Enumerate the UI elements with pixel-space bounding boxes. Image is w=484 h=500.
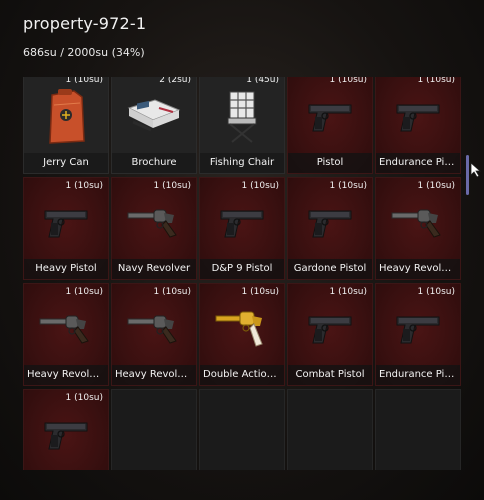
inventory-slot[interactable]: 1 (10su) D&P 9 Pistol: [199, 177, 285, 280]
item-name: Brochure: [112, 153, 196, 173]
item-count: 1 (45u): [246, 77, 279, 85]
pistol-icon: [393, 311, 443, 349]
inventory-slot[interactable]: 1 (10su) Heavy Pistol: [23, 177, 109, 280]
item-count: 1 (10su): [65, 77, 103, 85]
item-count: 1 (10su): [417, 287, 455, 297]
item-name: Heavy Revolve...: [376, 259, 460, 279]
inventory-slot[interactable]: 2 (2su) Brochure: [111, 77, 197, 174]
inventory-grid: 1 (10su) Jerry Can 2 (2su) Brochure 1 (45u) F…: [23, 77, 461, 470]
capacity-readout: 686su / 2000su (34%): [23, 46, 145, 59]
item-count: 1 (10su): [65, 287, 103, 297]
inventory-grid-viewport[interactable]: 1 (10su) Jerry Can 2 (2su) Brochure 1 (45u) F…: [23, 77, 461, 470]
inventory-slot-empty[interactable]: [199, 389, 285, 470]
item-name: Pistol: [288, 153, 372, 173]
fishing-chair-icon: [220, 88, 264, 148]
inventory-slot-empty[interactable]: [287, 389, 373, 470]
item-name: Combat Pistol: [288, 365, 372, 385]
inventory-slot[interactable]: 1 (10su) Heavy Revolve...: [375, 177, 461, 280]
item-name: Double Action...: [200, 365, 284, 385]
inventory-slot[interactable]: 1 (10su) Combat Pistol: [287, 283, 373, 386]
item-count: 1 (10su): [241, 181, 279, 191]
pistol-icon: [393, 99, 443, 137]
item-name: Endurance Pis...: [376, 153, 460, 173]
item-count: 1 (10su): [65, 181, 103, 191]
pistol-icon: [305, 311, 355, 349]
inventory-slot[interactable]: 1 (10su) Double Action...: [199, 283, 285, 386]
item-name: Endurance Pis...: [376, 365, 460, 385]
scrollbar-thumb[interactable]: [466, 155, 469, 195]
inventory-slot[interactable]: 1 (10su) Heavy Revolve...: [23, 283, 109, 386]
item-count: 1 (10su): [329, 77, 367, 85]
item-name: Navy Revolver: [112, 259, 196, 279]
item-count: 1 (10su): [329, 181, 367, 191]
revolver-icon: [126, 311, 182, 349]
container-title: property-972-1: [23, 14, 147, 33]
inventory-slot[interactable]: 1 (10su) Pistol: [287, 77, 373, 174]
item-count: 1 (10su): [153, 181, 191, 191]
item-name: Jerry Can: [24, 153, 108, 173]
item-count: 1 (10su): [417, 77, 455, 85]
pistol-icon: [41, 205, 91, 243]
inventory-slot-empty[interactable]: [375, 389, 461, 470]
item-name: Heavy Revolve...: [24, 365, 108, 385]
revolver-icon: [126, 205, 182, 243]
item-name: Heavy Pistol: [24, 259, 108, 279]
pistol-icon: [305, 205, 355, 243]
gold-revolver-icon: [214, 308, 270, 352]
jerry-can-icon: [44, 87, 88, 149]
item-name: Gardone Pistol: [288, 259, 372, 279]
pistol-icon: [41, 417, 91, 455]
inventory-slot[interactable]: 1 (10su) Heavy Revolver: [111, 283, 197, 386]
inventory-slot[interactable]: 1 (10su) Gardone Pistol: [287, 177, 373, 280]
inventory-slot[interactable]: 1 (10su) Jerry Can: [23, 77, 109, 174]
inventory-slot[interactable]: 1 (45u) Fishing Chair: [199, 77, 285, 174]
inventory-slot[interactable]: 1 (10su): [23, 389, 109, 470]
inventory-slot-empty[interactable]: [111, 389, 197, 470]
item-count: 2 (2su): [159, 77, 191, 85]
inventory-slot[interactable]: 1 (10su) Endurance Pis...: [375, 283, 461, 386]
item-count: 1 (10su): [417, 181, 455, 191]
inventory-slot[interactable]: 1 (10su) Navy Revolver: [111, 177, 197, 280]
item-count: 1 (10su): [153, 287, 191, 297]
revolver-icon: [390, 205, 446, 243]
item-count: 1 (10su): [65, 393, 103, 403]
pistol-icon: [305, 99, 355, 137]
item-name: D&P 9 Pistol: [200, 259, 284, 279]
mouse-cursor-icon: [470, 162, 482, 178]
pistol-icon: [217, 205, 267, 243]
item-count: 1 (10su): [241, 287, 279, 297]
item-name: Heavy Revolver: [112, 365, 196, 385]
item-name: Fishing Chair: [200, 153, 284, 173]
revolver-icon: [38, 311, 94, 349]
inventory-slot[interactable]: 1 (10su) Endurance Pis...: [375, 77, 461, 174]
inventory-header: property-972-1: [23, 14, 146, 33]
brochure-icon: [125, 96, 183, 140]
item-count: 1 (10su): [329, 287, 367, 297]
